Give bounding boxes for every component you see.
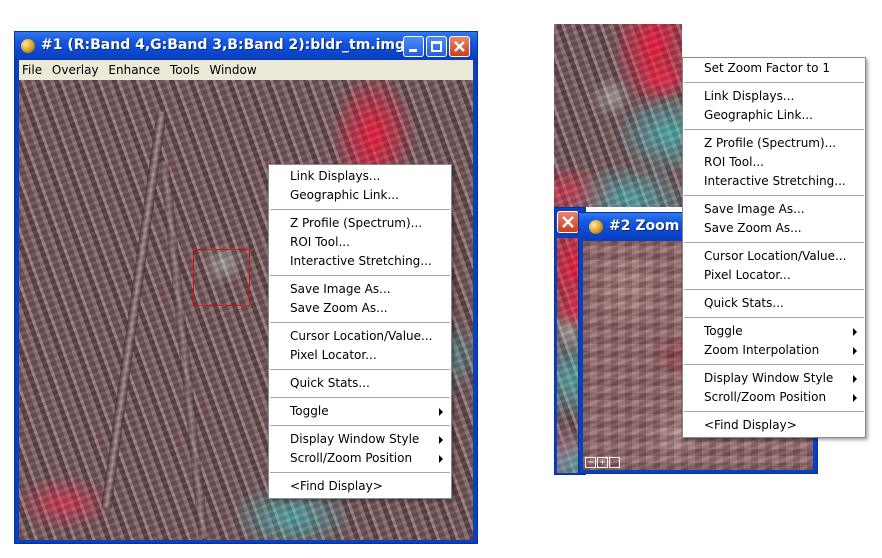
menu-item-save-image-as[interactable]: Save Image As... [683,200,865,219]
menu-item-geographic-link[interactable]: Geographic Link... [269,186,451,205]
close-icon [454,41,465,52]
menu-item-label: Scroll/Zoom Position [704,390,827,404]
close-button[interactable] [449,36,470,57]
submenu-arrow-icon [439,455,443,463]
menu-item-interactive-stretching[interactable]: Interactive Stretching... [269,252,451,271]
envi-globe-icon [21,39,35,53]
menu-separator [684,82,864,83]
menu-item-toggle[interactable]: Toggle [269,402,451,421]
menu-separator [684,317,864,318]
ridge-feature [159,160,209,540]
menu-item-save-image-as[interactable]: Save Image As... [269,280,451,299]
menu-file[interactable]: File [19,60,45,77]
menu-item-zoom-interpolation[interactable]: Zoom Interpolation [683,341,865,360]
menu-separator [684,242,864,243]
menu-separator [270,397,450,398]
menu-separator [270,425,450,426]
menu-item-scroll-zoom-position[interactable]: Scroll/Zoom Position [683,388,865,407]
menu-item-label: Display Window Style [704,371,834,385]
menu-item-label: Display Window Style [290,432,420,446]
menu-item-find-display[interactable]: <Find Display> [683,416,865,435]
menu-item-display-window-style[interactable]: Display Window Style [269,430,451,449]
menu-item-pixel-locator[interactable]: Pixel Locator... [683,266,865,285]
menu-item-geographic-link[interactable]: Geographic Link... [683,106,865,125]
zoom-box[interactable] [193,249,250,306]
close-button[interactable] [557,211,579,233]
menu-item-label: Toggle [704,324,743,338]
zoom-out-button[interactable]: − [585,457,596,468]
window-1-menubar: File Overlay Enhance Tools Window [19,60,473,80]
menu-separator [684,195,864,196]
menu-item-roi-tool[interactable]: ROI Tool... [683,153,865,172]
menu-window[interactable]: Window [206,60,259,77]
menu-separator [270,209,450,210]
menu-item-interactive-stretching[interactable]: Interactive Stretching... [683,172,865,191]
menu-item-display-window-style[interactable]: Display Window Style [683,369,865,388]
menu-item-label: Zoom Interpolation [704,343,820,357]
menu-separator [270,472,450,473]
menu-item-toggle[interactable]: Toggle [683,322,865,341]
zoom-box-toggle-button[interactable] [609,457,620,468]
menu-item-scroll-zoom-position[interactable]: Scroll/Zoom Position [269,449,451,468]
submenu-arrow-icon [853,375,857,383]
menu-item-quick-stats[interactable]: Quick Stats... [269,374,451,393]
context-menu-2: Set Zoom Factor to 1 Link Displays... Ge… [682,57,866,438]
maximize-icon [431,41,442,52]
menu-item-label: Toggle [290,404,329,418]
menu-separator [684,411,864,412]
menu-enhance[interactable]: Enhance [105,60,163,77]
submenu-arrow-icon [853,394,857,402]
menu-tools[interactable]: Tools [167,60,203,77]
window-1-titlebar[interactable]: #1 (R:Band 4,G:Band 3,B:Band 2):bldr_tm.… [15,32,477,60]
menu-item-link-displays[interactable]: Link Displays... [683,87,865,106]
menu-item-find-display[interactable]: <Find Display> [269,477,451,496]
submenu-arrow-icon [439,436,443,444]
menu-item-cursor-location[interactable]: Cursor Location/Value... [269,327,451,346]
menu-separator [270,369,450,370]
menu-separator [270,275,450,276]
menu-item-z-profile[interactable]: Z Profile (Spectrum)... [269,214,451,233]
submenu-arrow-icon [853,328,857,336]
close-icon [562,216,574,228]
menu-item-cursor-location[interactable]: Cursor Location/Value... [683,247,865,266]
menu-item-quick-stats[interactable]: Quick Stats... [683,294,865,313]
menu-item-save-zoom-as[interactable]: Save Zoom As... [683,219,865,238]
minimize-button[interactable] [403,36,424,57]
envi-globe-icon [589,220,603,234]
window-1-title: #1 (R:Band 4,G:Band 3,B:Band 2):bldr_tm.… [41,37,406,53]
menu-separator [684,129,864,130]
maximize-button[interactable] [426,36,447,57]
menu-item-link-displays[interactable]: Link Displays... [269,167,451,186]
menu-item-set-zoom-factor[interactable]: Set Zoom Factor to 1 [683,59,865,78]
ridge-feature [101,111,167,509]
menu-item-roi-tool[interactable]: ROI Tool... [269,233,451,252]
menu-item-pixel-locator[interactable]: Pixel Locator... [269,346,451,365]
context-menu-1: Link Displays... Geographic Link... Z Pr… [268,164,452,499]
zoom-in-button[interactable]: + [597,457,608,468]
submenu-arrow-icon [853,347,857,355]
menu-separator [684,364,864,365]
image-fragment-top [554,24,682,207]
menu-overlay[interactable]: Overlay [49,60,102,77]
menu-item-z-profile[interactable]: Z Profile (Spectrum)... [683,134,865,153]
minimize-icon [409,49,417,52]
menu-separator [270,322,450,323]
menu-separator [684,289,864,290]
submenu-arrow-icon [439,408,443,416]
menu-item-save-zoom-as[interactable]: Save Zoom As... [269,299,451,318]
menu-item-label: Scroll/Zoom Position [290,451,413,465]
